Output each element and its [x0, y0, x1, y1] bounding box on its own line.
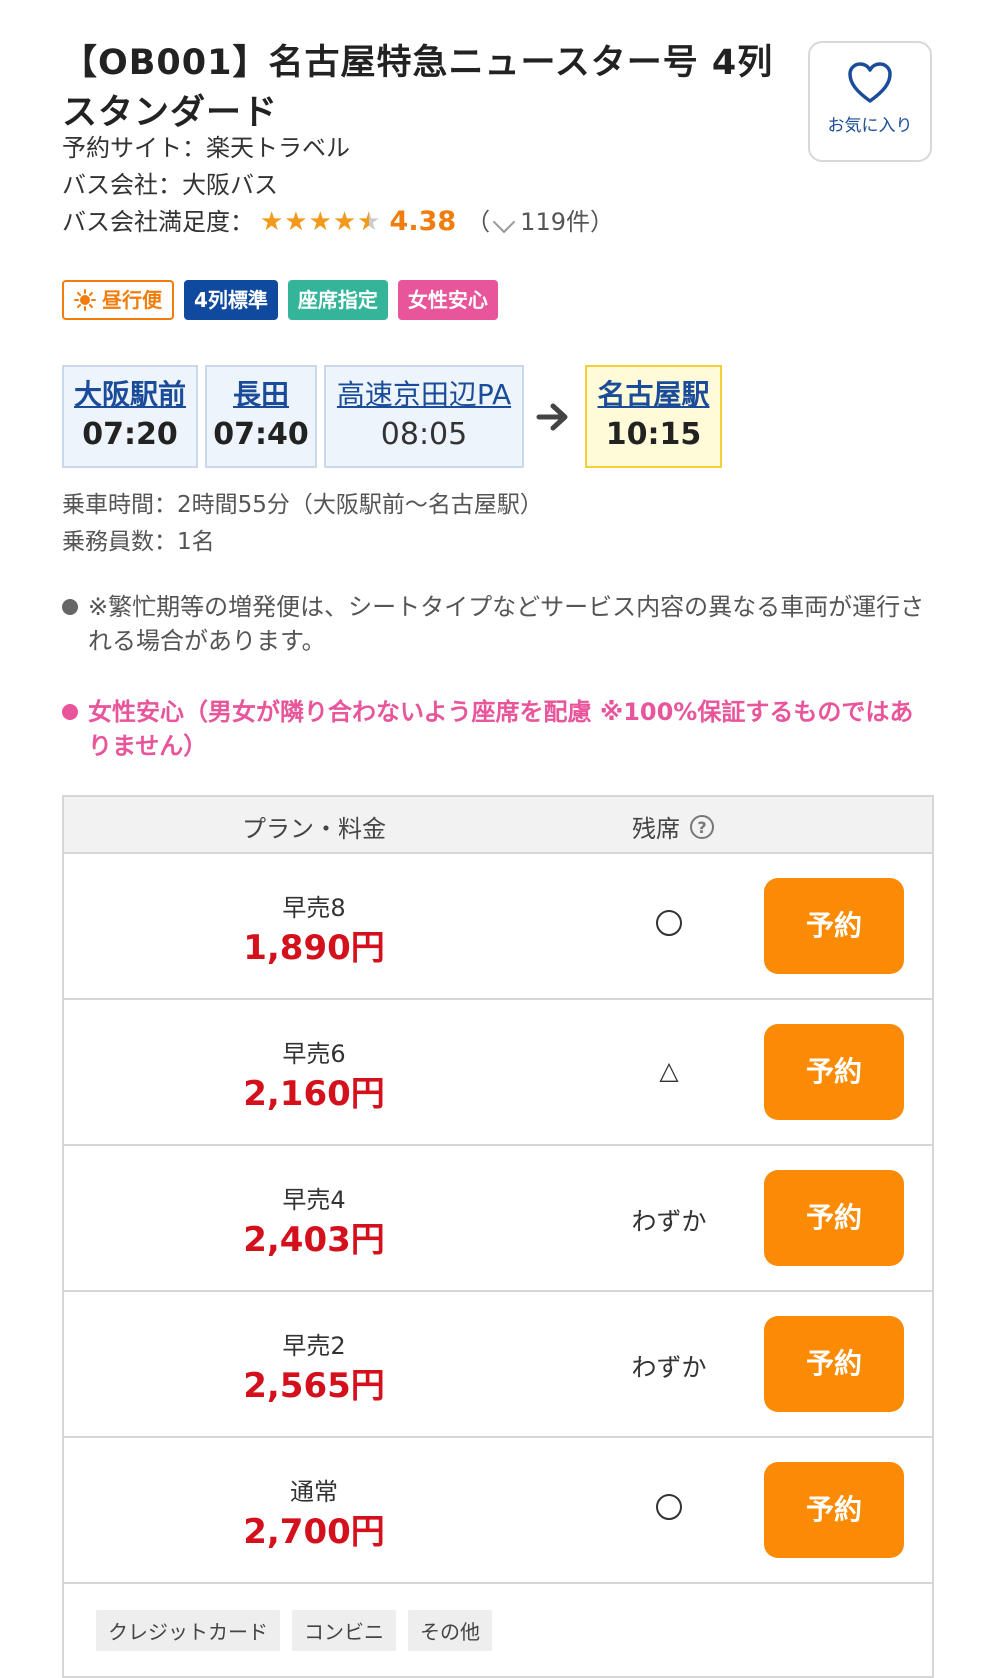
stop-name-link[interactable]: 高速京田辺PA: [326, 377, 522, 413]
tag-daytime: 昼行便: [62, 280, 174, 320]
stop-name-link[interactable]: 長田: [207, 377, 315, 413]
payment-other: その他: [408, 1609, 492, 1651]
bullet-icon: [62, 599, 78, 615]
arrow-right-icon: [536, 403, 568, 430]
stop-nagoya-station: 名古屋駅 10:15: [585, 365, 722, 468]
reserve-button[interactable]: 予約: [764, 1316, 904, 1412]
chevron-down-icon: [492, 210, 516, 234]
crew-count: 乗務員数：1名: [62, 529, 215, 555]
reserve-button[interactable]: 予約: [764, 878, 904, 974]
seat-availability: わずか: [631, 1207, 707, 1236]
plan-table-header: プラン・料金 残席 ?: [64, 797, 932, 854]
stop-name-link[interactable]: 大阪駅前: [64, 377, 196, 413]
extra-bus-note: ※繁忙期等の増発便は、シートタイプなどサービス内容の異なる車両が運行される場合が…: [62, 590, 934, 658]
plan-name: 早売4: [282, 1186, 346, 1214]
favorite-button[interactable]: お気に入り: [808, 41, 932, 162]
header-seats: 残席 ?: [632, 809, 714, 844]
plan-row: 早売4 2,403円 わずか 予約: [64, 1146, 932, 1292]
sun-icon: [74, 289, 96, 311]
stop-time: 08:05: [380, 417, 468, 452]
stop-osaka-station: 大阪駅前 07:20: [62, 365, 198, 468]
plan-price: 2,403円: [243, 1220, 385, 1260]
circle-available-icon: [656, 1494, 682, 1520]
tag-seat-reserved: 座席指定: [287, 280, 388, 320]
header-plan-price: プラン・料金: [242, 815, 386, 843]
route-timeline: 大阪駅前 07:20 長田 07:40 高速京田辺PA 08:05 名古屋駅 1…: [62, 365, 729, 468]
stop-time: 07:20: [82, 417, 178, 452]
rating-stars: ★★★★★: [260, 206, 382, 238]
question-icon[interactable]: ?: [690, 814, 714, 839]
seat-availability: [604, 1494, 734, 1526]
plan-row: 早売2 2,565円 わずか 予約: [64, 1292, 932, 1438]
payment-convenience-store: コンビニ: [292, 1609, 396, 1651]
payment-methods: クレジットカード コンビニ その他: [64, 1584, 932, 1676]
plan-price: 2,565円: [243, 1366, 385, 1406]
ladies-safe-note: 女性安心（男女が隣り合わないよう座席を配慮 ※100%保証するものではありません…: [62, 695, 934, 763]
plan-name: 早売2: [282, 1332, 346, 1360]
favorite-label: お気に入り: [827, 116, 913, 136]
heart-icon: [848, 62, 892, 103]
ride-duration: 乗車時間：2時間55分（大阪駅前〜名古屋駅）: [62, 492, 543, 518]
feature-tags: 昼行便 4列標準 座席指定 女性安心: [62, 280, 498, 320]
tag-4row-standard: 4列標準: [184, 280, 278, 320]
plan-price: 1,890円: [243, 928, 385, 968]
stop-nagata: 長田 07:40: [205, 365, 317, 468]
bus-company: バス会社：大阪バス: [62, 171, 278, 199]
circle-available-icon: [656, 910, 682, 936]
stop-time: 10:15: [605, 417, 702, 452]
page-title: 【OB001】名古屋特急ニュースター号 4列スタンダード: [62, 43, 774, 133]
review-count-link[interactable]: （119件）: [466, 206, 614, 238]
plan-row: 通常 2,700円 予約: [64, 1438, 932, 1584]
seat-availability: わずか: [631, 1353, 707, 1382]
bullet-icon: [62, 704, 78, 720]
seat-availability: [604, 910, 734, 942]
stop-kyotanabe-pa: 高速京田辺PA 08:05: [324, 365, 524, 468]
plan-price: 2,160円: [243, 1074, 385, 1114]
plan-name: 早売8: [282, 894, 346, 922]
plan-row: 早売6 2,160円 △ 予約: [64, 1000, 932, 1146]
reserve-button[interactable]: 予約: [764, 1024, 904, 1120]
stop-name-link[interactable]: 名古屋駅: [587, 377, 720, 413]
plan-table: プラン・料金 残席 ? 早売8 1,890円 予約 早売6 2,160円 △ 予…: [62, 795, 934, 1678]
plan-name: 通常: [290, 1478, 338, 1506]
booking-site: 予約サイト：楽天トラベル: [62, 134, 350, 162]
reserve-button[interactable]: 予約: [764, 1170, 904, 1266]
plan-row: 早売8 1,890円 予約: [64, 854, 932, 1000]
plan-price: 2,700円: [243, 1512, 385, 1552]
reserve-button[interactable]: 予約: [764, 1462, 904, 1558]
satisfaction-label: バス会社満足度：: [62, 208, 254, 236]
review-count: 119件）: [520, 208, 614, 236]
plan-name: 早売6: [282, 1040, 346, 1068]
satisfaction-row: バス会社満足度： ★★★★★ 4.38 （119件）: [62, 206, 614, 238]
payment-credit-card: クレジットカード: [96, 1609, 280, 1651]
tag-ladies-safe: 女性安心: [397, 280, 498, 320]
seat-availability: △: [659, 1056, 679, 1085]
rating-score: 4.38: [389, 206, 457, 237]
stop-time: 07:40: [213, 417, 309, 452]
